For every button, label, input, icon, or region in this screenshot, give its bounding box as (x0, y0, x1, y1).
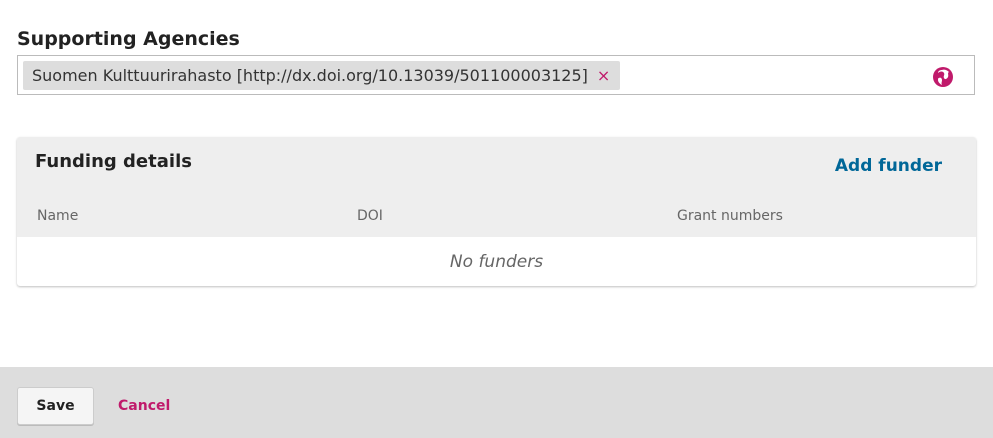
add-funder-button[interactable]: Add funder (835, 156, 942, 176)
globe-icon[interactable] (932, 66, 954, 88)
supporting-agencies-label: Supporting Agencies (17, 28, 240, 50)
remove-tag-button[interactable]: × (597, 66, 610, 85)
funding-details-panel: Funding details Add funder Name DOI Gran… (17, 137, 976, 286)
agency-tag-text: Suomen Kulttuurirahasto [http://dx.doi.o… (32, 66, 588, 85)
agency-tag: Suomen Kulttuurirahasto [http://dx.doi.o… (23, 61, 621, 90)
funding-details-header: Funding details Add funder Name DOI Gran… (17, 137, 976, 237)
cancel-link[interactable]: Cancel (118, 398, 170, 414)
column-header-grant-numbers: Grant numbers (677, 208, 783, 224)
supporting-agencies-input[interactable]: Suomen Kulttuurirahasto [http://dx.doi.o… (17, 55, 975, 95)
form-footer: Save Cancel (0, 367, 993, 438)
save-button[interactable]: Save (17, 387, 94, 425)
funding-details-title: Funding details (35, 151, 192, 172)
column-header-doi: DOI (357, 208, 383, 224)
column-header-name: Name (37, 208, 79, 224)
empty-funders-message: No funders (449, 251, 544, 272)
